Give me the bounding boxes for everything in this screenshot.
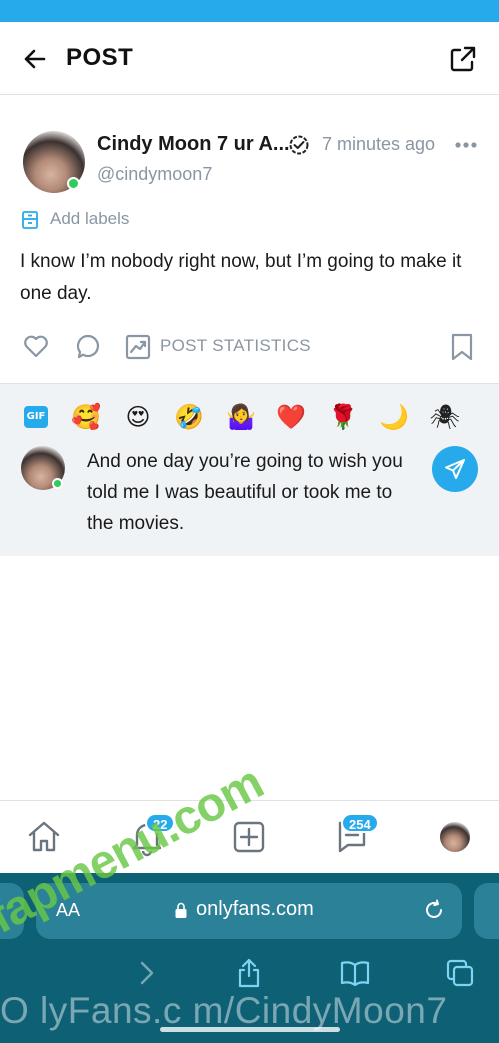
home-icon[interactable]	[24, 817, 64, 857]
browser-share-icon[interactable]	[233, 957, 265, 989]
more-dots-icon[interactable]	[452, 134, 480, 156]
status-bar	[0, 0, 499, 22]
page-title: POST	[66, 44, 134, 71]
bookmark-icon[interactable]	[448, 332, 476, 362]
share-icon[interactable]	[448, 44, 478, 74]
comment-input[interactable]: And one day you’re going to wish you tol…	[87, 446, 417, 539]
comment-composer: GIF 🥰 😍 🤣 🤷‍♀️ ❤️ 🌹 🌙 🕷 And one day you’…	[0, 383, 499, 556]
author-avatar[interactable]	[23, 131, 85, 193]
comment-icon[interactable]	[74, 332, 102, 360]
heart-icon[interactable]	[22, 332, 50, 360]
post-text: I know I’m nobody right now, but I’m goi…	[20, 251, 462, 304]
browser-forward-icon[interactable]	[130, 957, 162, 989]
messages-badge: 254	[341, 813, 379, 833]
send-button[interactable]	[432, 446, 478, 492]
reload-icon[interactable]	[422, 898, 446, 922]
emoji-row: GIF 🥰 😍 🤣 🤷‍♀️ ❤️ 🌹 🌙 🕷	[0, 396, 499, 436]
bookmarks-book-icon[interactable]	[339, 957, 371, 989]
url-text: onlyfans.com	[196, 898, 314, 920]
emoji-red-heart[interactable]: ❤️	[274, 400, 308, 434]
emoji-rofl[interactable]: 🤣	[172, 400, 206, 434]
top-bar: POST	[0, 22, 499, 95]
post-actions: POST STATISTICS	[0, 330, 499, 366]
verified-icon	[289, 135, 309, 155]
post-statistics-button[interactable]: POST STATISTICS	[160, 336, 311, 356]
send-icon	[445, 459, 465, 479]
emoji-heart-eyes[interactable]: 😍	[121, 400, 155, 434]
tabs-icon[interactable]	[444, 957, 476, 989]
emoji-smiling-hearts[interactable]: 🥰	[69, 400, 103, 434]
back-arrow-icon[interactable]	[20, 44, 50, 74]
next-tab-preview[interactable]	[474, 883, 499, 939]
watermark-url: O lyFans.c m/CindyMoon7	[0, 990, 448, 1031]
emoji-rose[interactable]: 🌹	[326, 400, 360, 434]
online-indicator	[67, 177, 80, 190]
emoji-spider[interactable]: 🕷	[428, 400, 462, 434]
gif-button[interactable]: GIF	[24, 406, 48, 428]
author-name[interactable]: Cindy Moon 7 ur A...	[97, 133, 290, 156]
stats-icon[interactable]	[124, 333, 152, 361]
online-indicator	[52, 478, 63, 489]
emoji-moon[interactable]: 🌙	[377, 400, 411, 434]
commenter-avatar	[21, 446, 65, 490]
author-handle[interactable]: @cindymoon7	[97, 164, 212, 185]
add-labels-label: Add labels	[50, 209, 130, 228]
label-icon	[22, 211, 38, 229]
post-time: 7 minutes ago	[322, 134, 436, 154]
lock-icon	[175, 902, 187, 918]
profile-avatar[interactable]	[440, 822, 470, 852]
emoji-shrug[interactable]: 🤷‍♀️	[224, 400, 258, 434]
